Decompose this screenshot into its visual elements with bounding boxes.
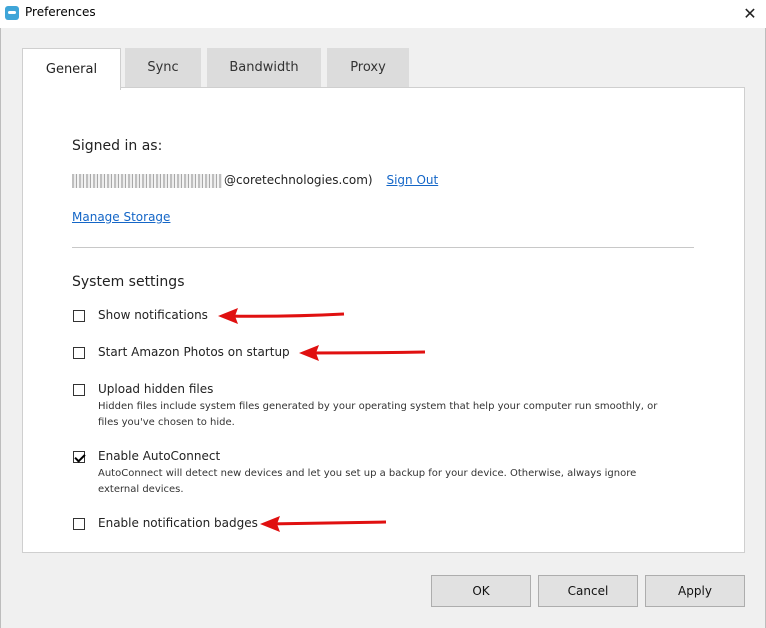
divider xyxy=(72,247,694,248)
sign-out-link[interactable]: Sign Out xyxy=(386,173,438,187)
option-label: Upload hidden files xyxy=(98,382,214,396)
option-label: Enable AutoConnect xyxy=(98,449,221,463)
cancel-button[interactable]: Cancel xyxy=(538,575,638,607)
checkbox[interactable] xyxy=(73,347,85,359)
option-label: Start Amazon Photos on startup xyxy=(98,345,290,359)
option-label: Show notifications xyxy=(98,308,208,322)
option-label: Enable notification badges xyxy=(98,516,258,530)
ok-button[interactable]: OK xyxy=(431,575,531,607)
red-arrow-icon xyxy=(260,516,387,532)
checkbox[interactable] xyxy=(73,518,85,530)
amazon-photos-icon xyxy=(5,6,19,20)
manage-storage-link[interactable]: Manage Storage xyxy=(72,210,170,224)
window-title: Preferences xyxy=(25,5,96,19)
account-email: @coretechnologies.com) xyxy=(224,173,373,187)
apply-button[interactable]: Apply xyxy=(645,575,745,607)
redacted-name xyxy=(72,173,222,188)
option-description: Hidden files include system files genera… xyxy=(98,401,658,428)
tab-bandwidth[interactable]: Bandwidth xyxy=(207,48,321,88)
red-arrow-icon xyxy=(299,345,426,361)
checkbox[interactable] xyxy=(73,310,85,322)
title-bar: Preferences ✕ xyxy=(0,0,766,28)
signed-in-label: Signed in as: xyxy=(72,138,163,154)
checkbox-checked[interactable] xyxy=(73,451,85,463)
checkbox[interactable] xyxy=(73,384,85,396)
tab-general[interactable]: General xyxy=(22,48,121,90)
tab-proxy[interactable]: Proxy xyxy=(327,48,409,88)
system-settings-title: System settings xyxy=(72,274,185,290)
close-icon[interactable]: ✕ xyxy=(735,0,765,28)
option-description: AutoConnect will detect new devices and … xyxy=(98,468,637,495)
account-row: @coretechnologies.com) Sign Out xyxy=(72,173,438,188)
tab-sync[interactable]: Sync xyxy=(125,48,201,88)
red-arrow-icon xyxy=(218,308,345,324)
